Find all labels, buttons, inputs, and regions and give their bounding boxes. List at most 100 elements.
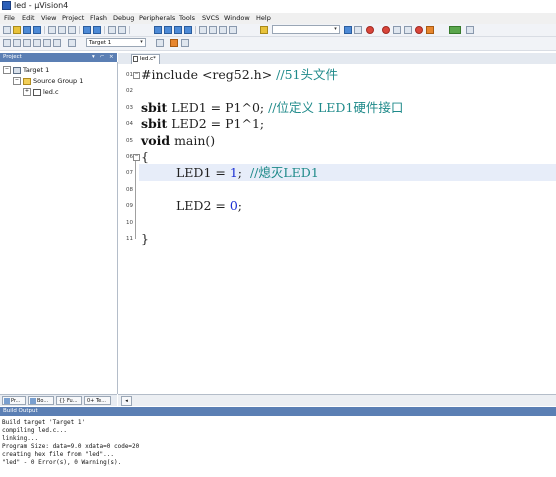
build-icon[interactable] [13, 39, 21, 47]
build-output-panel: Build target 'Target 1' compiling led.c.… [0, 416, 556, 477]
bookmark-clear-icon[interactable] [184, 26, 192, 34]
build-toolbar: Target 1 ▾ [0, 37, 556, 51]
code-line-4: sbit LED2 = P1^1; [141, 116, 265, 131]
menu-debug[interactable]: Debug [113, 14, 134, 22]
main-toolbar: ▾ [0, 24, 556, 37]
project-panel-tabs: Pr... Bo... {} Fu... 0+ Te... [0, 394, 117, 406]
menu-project[interactable]: Project [62, 14, 84, 22]
bookmark-icon[interactable] [154, 26, 162, 34]
uncomment-icon[interactable] [229, 26, 237, 34]
cut-icon[interactable] [48, 26, 56, 34]
folder-icon [23, 77, 31, 85]
comment-icon[interactable] [219, 26, 227, 34]
scroll-left-icon[interactable]: ◂ [121, 396, 132, 406]
find-combo[interactable]: ▾ [272, 25, 340, 34]
menu-help[interactable]: Help [256, 14, 271, 22]
window-layout-icon[interactable] [449, 26, 461, 34]
select-packs-icon[interactable] [181, 39, 189, 47]
menu-window[interactable]: Window [224, 14, 250, 22]
paste-icon[interactable] [68, 26, 76, 34]
menu-file[interactable]: File [4, 14, 15, 22]
find-icon[interactable] [354, 26, 362, 34]
line-number: 03 [126, 105, 133, 111]
build-line: compiling led.c... [2, 427, 68, 434]
editor-scrollbar[interactable]: ◂ [118, 394, 556, 406]
tree-item-group[interactable]: − Source Group 1 [13, 76, 83, 86]
indent-icon[interactable] [199, 26, 207, 34]
find-in-files-icon[interactable] [260, 26, 268, 34]
tree-item-target[interactable]: − Target 1 [3, 65, 49, 75]
stop-build-icon[interactable] [43, 39, 51, 47]
target-icon [13, 66, 21, 74]
nav-back-icon[interactable] [108, 26, 116, 34]
code-line-3: sbit LED1 = P1^0; //位定义 LED1硬件接口 [141, 100, 404, 115]
redo-icon[interactable] [93, 26, 101, 34]
collapse-icon[interactable]: − [3, 66, 11, 74]
disable-all-breakpoints-icon[interactable] [404, 26, 412, 34]
bookmark-next-icon[interactable] [174, 26, 182, 34]
target-options-icon[interactable] [156, 39, 164, 47]
tab-project[interactable]: Pr... [2, 396, 26, 405]
download-icon[interactable] [53, 39, 61, 47]
unindent-icon[interactable] [209, 26, 217, 34]
window-title: led - µVision4 [14, 1, 69, 10]
new-file-icon[interactable] [3, 26, 11, 34]
menu-bar: File Edit View Project Flash Debug Perip… [0, 13, 556, 24]
code-line-7: LED1 = 1; //熄灭LED1 [176, 165, 319, 180]
tab-led-c[interactable]: led.c* [131, 54, 160, 64]
collapse-icon[interactable]: − [13, 77, 21, 85]
kill-breakpoints-icon[interactable] [415, 26, 423, 34]
build-line: "led" - 0 Error(s), 0 Warning(s). [2, 459, 122, 466]
target-select[interactable]: Target 1 ▾ [86, 38, 146, 47]
bookmark-prev-icon[interactable] [164, 26, 172, 34]
load-icon[interactable] [68, 39, 76, 47]
build-line: creating hex file from "led"... [2, 451, 114, 458]
code-line-1: #include <reg52.h> //51头文件 [141, 67, 339, 82]
pin-icon[interactable]: ▾ [92, 53, 95, 62]
manage-components-icon[interactable] [170, 39, 178, 47]
title-bar: led - µVision4 [0, 0, 556, 13]
project-icon [4, 398, 10, 404]
disable-breakpoint-icon[interactable] [393, 26, 401, 34]
incremental-find-icon[interactable] [344, 26, 352, 34]
configure-icon[interactable] [426, 26, 434, 34]
build-line: linking... [2, 435, 39, 442]
fold-icon[interactable]: − [133, 72, 140, 79]
tab-templates[interactable]: 0+ Te... [84, 396, 111, 405]
menu-svcs[interactable]: SVCS [202, 14, 219, 22]
batch-build-icon[interactable] [33, 39, 41, 47]
breakpoint-icon[interactable] [382, 26, 390, 34]
editor-gutter: 01 02 03 04 05 06 07 08 09 10 11 − − [118, 64, 140, 394]
debug-session-icon[interactable] [366, 26, 374, 34]
books-icon [30, 398, 36, 404]
copy-icon[interactable] [58, 26, 66, 34]
expand-icon[interactable]: + [23, 88, 31, 96]
tools-icon[interactable] [466, 26, 474, 34]
project-tree: − Target 1 − Source Group 1 + led.c [0, 62, 118, 394]
fold-icon[interactable]: − [133, 154, 140, 161]
nav-forward-icon[interactable] [118, 26, 126, 34]
menu-tools[interactable]: Tools [179, 14, 195, 22]
autohide-icon[interactable]: ⌐ [100, 53, 105, 62]
code-editor[interactable]: 01 02 03 04 05 06 07 08 09 10 11 − − #in… [118, 64, 556, 394]
open-folder-icon[interactable] [13, 26, 21, 34]
build-line: Program Size: data=9.0 xdata=0 code=20 [2, 443, 140, 450]
tab-functions[interactable]: {} Fu... [56, 396, 82, 405]
menu-view[interactable]: View [41, 14, 56, 22]
code-line-11: } [141, 231, 149, 246]
undo-icon[interactable] [83, 26, 91, 34]
tree-item-file[interactable]: + led.c [23, 87, 59, 97]
translate-icon[interactable] [3, 39, 11, 47]
c-file-icon [33, 88, 41, 96]
menu-peripherals[interactable]: Peripherals [139, 14, 175, 22]
app-logo-icon [2, 1, 11, 10]
save-icon[interactable] [23, 26, 31, 34]
build-output-title: Build Output [3, 408, 38, 414]
rebuild-icon[interactable] [23, 39, 31, 47]
close-icon[interactable]: × [109, 53, 114, 62]
menu-edit[interactable]: Edit [22, 14, 35, 22]
menu-flash[interactable]: Flash [90, 14, 107, 22]
build-output-header: Build Output [0, 407, 556, 416]
save-all-icon[interactable] [33, 26, 41, 34]
tab-books[interactable]: Bo... [28, 396, 54, 405]
